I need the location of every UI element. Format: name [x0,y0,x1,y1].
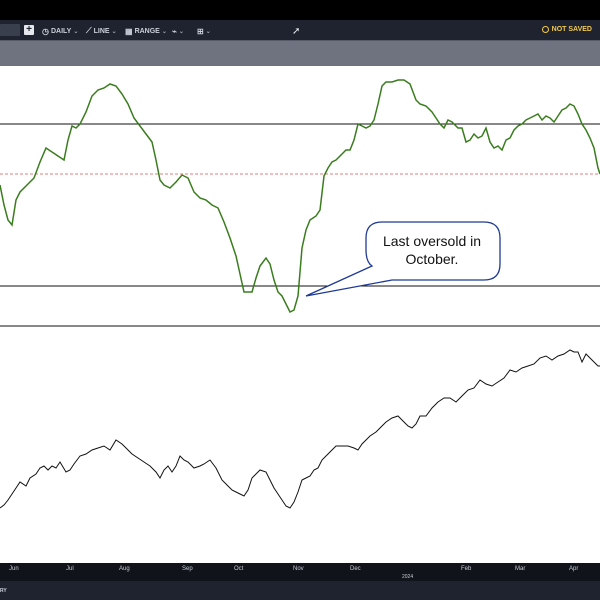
x-label-jun: Jun [9,566,19,572]
callout-text: Last oversold in October. [362,220,502,280]
x-label-jul: Jul [66,566,74,572]
x-label-apr: Apr [569,566,579,572]
bottom-label: RY [0,588,7,594]
x-label-mar: Mar [515,566,526,572]
price-line [0,349,600,509]
x-label-nov: Nov [293,566,304,572]
x-label-year: 2024 [402,574,414,580]
bottom-bar: RY [0,581,600,600]
indicator-line [0,79,600,314]
x-label-sep: Sep [182,566,193,572]
chart-svg [0,79,600,509]
x-label-feb: Feb [461,566,472,572]
x-label-aug: Aug [119,566,130,572]
x-axis: Jun Jul Aug Sep Oct Nov Dec 2024 Feb Mar… [0,563,600,581]
callout-line-1: Last oversold in [382,233,482,249]
x-label-dec: Dec [350,566,361,572]
x-label-oct: Oct [234,566,244,572]
callout-line-2: October. [405,251,459,267]
